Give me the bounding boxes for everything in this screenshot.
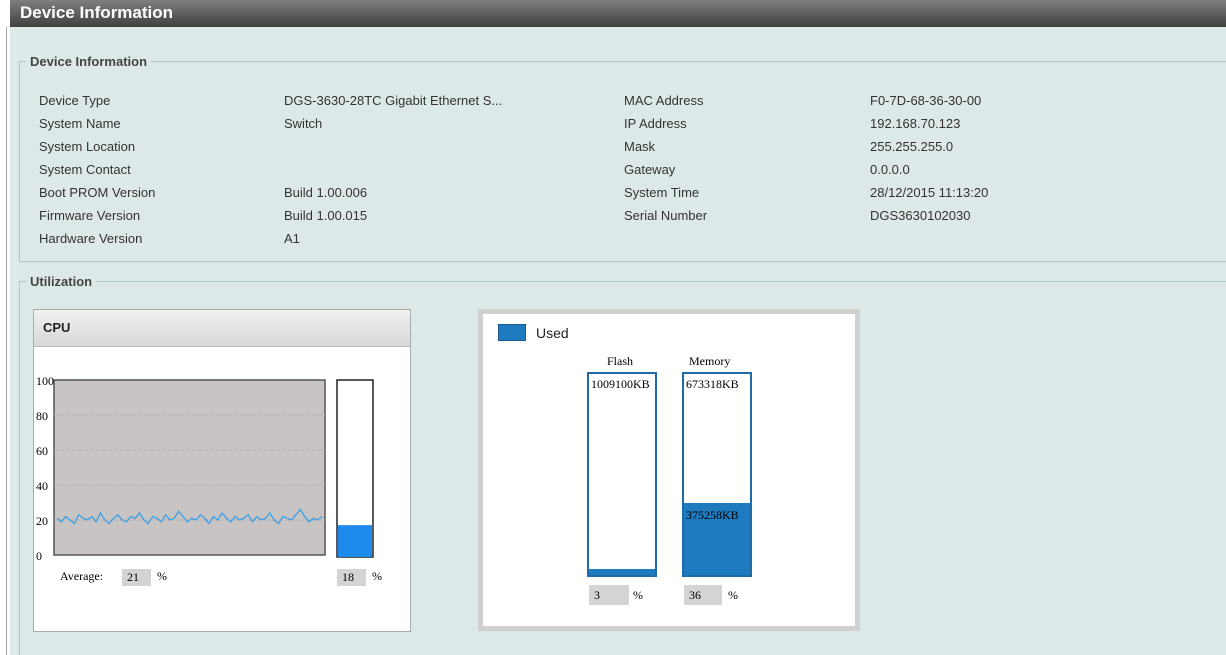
memory-total: 673318KB	[686, 377, 739, 391]
legend-swatch-used	[498, 324, 526, 341]
mask-label: Mask	[624, 139, 656, 154]
flash-title: Flash	[607, 354, 634, 368]
ip-address-value: 192.168.70.123	[870, 116, 961, 131]
firmware-version-value: Build 1.00.015	[284, 208, 368, 223]
memory-percent-value: 36	[684, 585, 722, 605]
system-location-label: System Location	[39, 139, 136, 154]
cpu-current-unit: %	[372, 569, 382, 583]
storage-panel	[478, 309, 860, 631]
memory-title: Memory	[689, 354, 731, 368]
cpu-title: CPU	[34, 310, 410, 347]
cpu-average-label: Average:	[60, 569, 104, 583]
flash-percent-unit: %	[633, 588, 643, 602]
device-info-legend: Device Information	[30, 54, 148, 69]
serial-number-label: Serial Number	[624, 208, 708, 223]
page-title: Device Information	[20, 3, 174, 22]
gateway-label: Gateway	[624, 162, 676, 177]
flash-used-fill	[589, 568, 655, 575]
flash-total: 1009100KB	[591, 377, 650, 391]
system-time-label: System Time	[624, 185, 700, 200]
mac-address-label: MAC Address	[624, 93, 704, 108]
hardware-version-value: A1	[284, 231, 300, 246]
device-type-label: Device Type	[39, 93, 111, 108]
system-contact-label: System Contact	[39, 162, 131, 177]
serial-number-value: DGS3630102030	[870, 208, 971, 223]
memory-used-value: 375258KB	[686, 508, 739, 522]
boot-prom-version-label: Boot PROM Version	[39, 185, 156, 200]
left-divider	[6, 27, 7, 655]
system-name-label: System Name	[39, 116, 121, 131]
cpu-average-value: 21	[122, 569, 151, 586]
ip-address-label: IP Address	[624, 116, 687, 131]
flash-percent-value: 3	[589, 585, 629, 605]
mask-value: 255.255.255.0	[870, 139, 954, 154]
legend-label-used: Used	[536, 325, 569, 341]
flash-bar	[587, 372, 657, 577]
device-type-value: DGS-3630-28TC Gigabit Ethernet S...	[284, 93, 503, 108]
memory-percent-unit: %	[728, 588, 738, 602]
utilization-legend: Utilization	[30, 274, 93, 289]
hardware-version-label: Hardware Version	[39, 231, 143, 246]
boot-prom-version-value: Build 1.00.006	[284, 185, 368, 200]
cpu-average-unit: %	[157, 569, 167, 583]
gateway-value: 0.0.0.0	[870, 162, 910, 177]
device-info-group: Device Information	[19, 54, 1226, 262]
cpu-current-value: 18	[337, 569, 366, 586]
page-header: Device Information	[10, 0, 1226, 27]
system-name-value: Switch	[284, 116, 323, 131]
system-time-value: 28/12/2015 11:13:20	[870, 185, 989, 200]
memory-bar	[682, 372, 752, 577]
mac-address-value: F0-7D-68-36-30-00	[870, 93, 982, 108]
firmware-version-label: Firmware Version	[39, 208, 141, 223]
